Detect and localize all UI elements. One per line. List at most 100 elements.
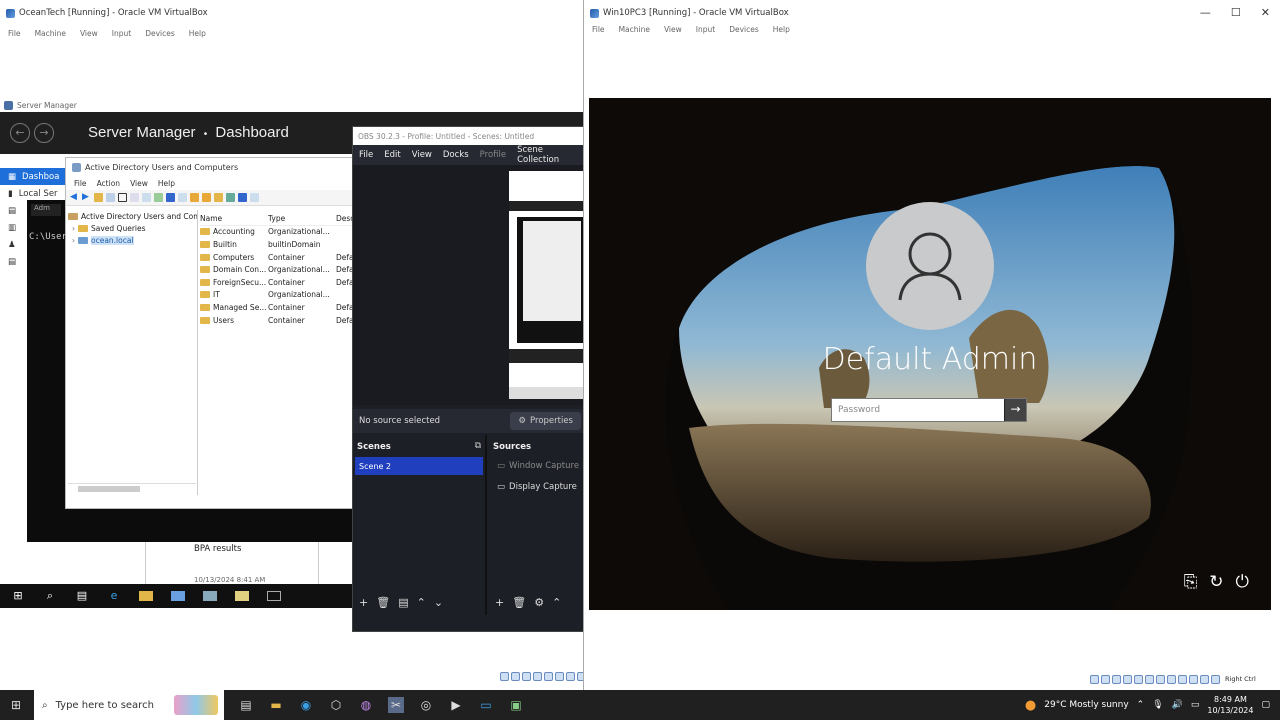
edge-icon[interactable]: e [107, 589, 121, 603]
status-icon[interactable] [1189, 674, 1198, 684]
tree-domain[interactable]: › ocean.local [68, 234, 197, 246]
scrollbar-thumb[interactable] [78, 486, 140, 492]
start-icon[interactable]: ⊞ [11, 589, 25, 603]
network-icon[interactable]: ▭ [1191, 700, 1200, 710]
tree-scrollbar[interactable] [68, 483, 196, 493]
refresh-icon[interactable] [142, 193, 151, 202]
status-icon[interactable] [1123, 674, 1132, 684]
back-icon[interactable]: ← [10, 123, 30, 143]
show-tree-icon[interactable] [106, 193, 115, 202]
status-icon[interactable] [511, 672, 520, 681]
status-icon[interactable] [555, 672, 564, 681]
move-up-icon[interactable]: ⌃ [552, 596, 561, 609]
move-up-icon[interactable]: ⌃ [417, 596, 426, 609]
list-item[interactable]: Domain Con... Organizational... Defa [200, 263, 352, 276]
left-menu-devices[interactable]: Devices [145, 29, 175, 38]
add-source-icon[interactable]: + [495, 596, 504, 609]
task-view-icon[interactable]: ▤ [238, 697, 254, 713]
properties-icon[interactable] [130, 193, 139, 202]
export-icon[interactable] [154, 193, 163, 202]
maximize-icon[interactable]: ☐ [1231, 6, 1241, 19]
cmd-tab[interactable]: Adm [31, 204, 61, 216]
tree-saved-queries[interactable]: › Saved Queries [68, 222, 197, 234]
status-icon[interactable] [1134, 674, 1143, 684]
obs-menu-file[interactable]: File [359, 150, 373, 160]
trash-icon[interactable]: 🗑 [376, 596, 390, 609]
list-item[interactable]: IT Organizational... [200, 289, 352, 302]
aduc-menu-help[interactable]: Help [158, 179, 175, 188]
undock-icon[interactable]: ⧉ [475, 441, 481, 451]
microphone-icon[interactable]: 🎙 [1152, 700, 1163, 710]
list-item[interactable]: Accounting Organizational... [200, 226, 352, 239]
volume-icon[interactable]: 🔊 [1172, 700, 1183, 710]
obs-icon[interactable]: ◎ [418, 697, 434, 713]
filter-icon[interactable] [238, 193, 247, 202]
col-name[interactable]: Name [200, 214, 268, 223]
col-desc[interactable]: Desc [336, 214, 352, 223]
status-icon[interactable] [1167, 674, 1176, 684]
close-icon[interactable]: ✕ [1261, 6, 1270, 19]
search-box[interactable]: ⌕ Type here to search [34, 690, 224, 720]
notepad-icon[interactable]: ▣ [508, 697, 524, 713]
network-icon[interactable]: ⎘ [1184, 572, 1198, 592]
aduc-menu-file[interactable]: File [74, 179, 87, 188]
password-input[interactable] [832, 399, 1004, 421]
discord-icon[interactable]: ◍ [358, 697, 374, 713]
remote-desktop-icon[interactable]: ▭ [478, 697, 494, 713]
right-menu-help[interactable]: Help [773, 25, 790, 34]
cmd-taskbar-icon[interactable] [267, 591, 281, 601]
source-item[interactable]: ▭ Display Capture [489, 476, 585, 497]
filter-icon[interactable]: ▤ [398, 596, 408, 609]
weather-text[interactable]: 29°C Mostly sunny [1044, 700, 1128, 710]
task-view-icon[interactable]: ▤ [75, 589, 89, 603]
aduc-menu-view[interactable]: View [130, 179, 148, 188]
tree-root[interactable]: Active Directory Users and Com [68, 210, 197, 222]
chevron-up-icon[interactable]: ⌃ [1137, 700, 1145, 710]
add-scene-icon[interactable]: + [359, 596, 368, 609]
status-icon[interactable] [500, 672, 509, 681]
search-icon[interactable]: ⌕ [43, 589, 57, 603]
status-icon[interactable] [1156, 674, 1165, 684]
obs-preview[interactable] [353, 165, 585, 405]
left-menu-input[interactable]: Input [112, 29, 131, 38]
source-item[interactable]: ▭ Window Capture [489, 455, 585, 476]
minimize-icon[interactable]: — [1200, 6, 1211, 19]
status-icon[interactable] [1178, 674, 1187, 684]
back-arrow-icon[interactable]: ◀ [70, 193, 79, 202]
obs-menu-edit[interactable]: Edit [384, 150, 400, 160]
file-explorer-icon[interactable] [139, 591, 153, 601]
list-item[interactable]: Managed Se... Container Defa [200, 301, 352, 314]
new-ou-icon[interactable] [214, 193, 223, 202]
status-icon[interactable] [1101, 674, 1110, 684]
left-menu-machine[interactable]: Machine [35, 29, 66, 38]
status-icon[interactable] [544, 672, 553, 681]
obs-menu-view[interactable]: View [412, 150, 432, 160]
status-icon[interactable] [1211, 674, 1220, 684]
delete-icon[interactable] [118, 193, 127, 202]
notification-icon[interactable]: ▢ [1261, 700, 1270, 710]
list-item[interactable]: Computers Container Defa [200, 251, 352, 264]
forward-icon[interactable]: → [34, 123, 54, 143]
move-down-icon[interactable]: ⌄ [434, 596, 443, 609]
obs-menu-profile[interactable]: Profile [480, 150, 506, 160]
snipping-tool-icon[interactable]: ✂ [388, 697, 404, 713]
help-icon[interactable] [166, 193, 175, 202]
left-menu-view[interactable]: View [80, 29, 98, 38]
status-icon[interactable] [1090, 674, 1099, 684]
aduc-taskbar-icon[interactable] [203, 591, 217, 601]
trash-icon[interactable]: 🗑 [512, 596, 526, 609]
start-icon[interactable]: ⊞ [8, 697, 24, 713]
status-icon[interactable] [1112, 674, 1121, 684]
submit-arrow-icon[interactable]: → [1004, 399, 1026, 421]
expand-icon[interactable]: › [72, 224, 75, 233]
forward-arrow-icon[interactable]: ▶ [82, 193, 91, 202]
right-menu-devices[interactable]: Devices [729, 25, 759, 34]
tools-taskbar-icon[interactable] [235, 591, 249, 601]
server-manager-taskbar-icon[interactable] [171, 591, 185, 601]
accessibility-icon[interactable]: ↻ [1209, 572, 1223, 592]
left-menu-file[interactable]: File [8, 29, 21, 38]
breadcrumb-app[interactable]: Server Manager [88, 124, 196, 141]
folder-up-icon[interactable] [94, 193, 103, 202]
status-icon[interactable] [1200, 674, 1209, 684]
right-menu-view[interactable]: View [664, 25, 682, 34]
